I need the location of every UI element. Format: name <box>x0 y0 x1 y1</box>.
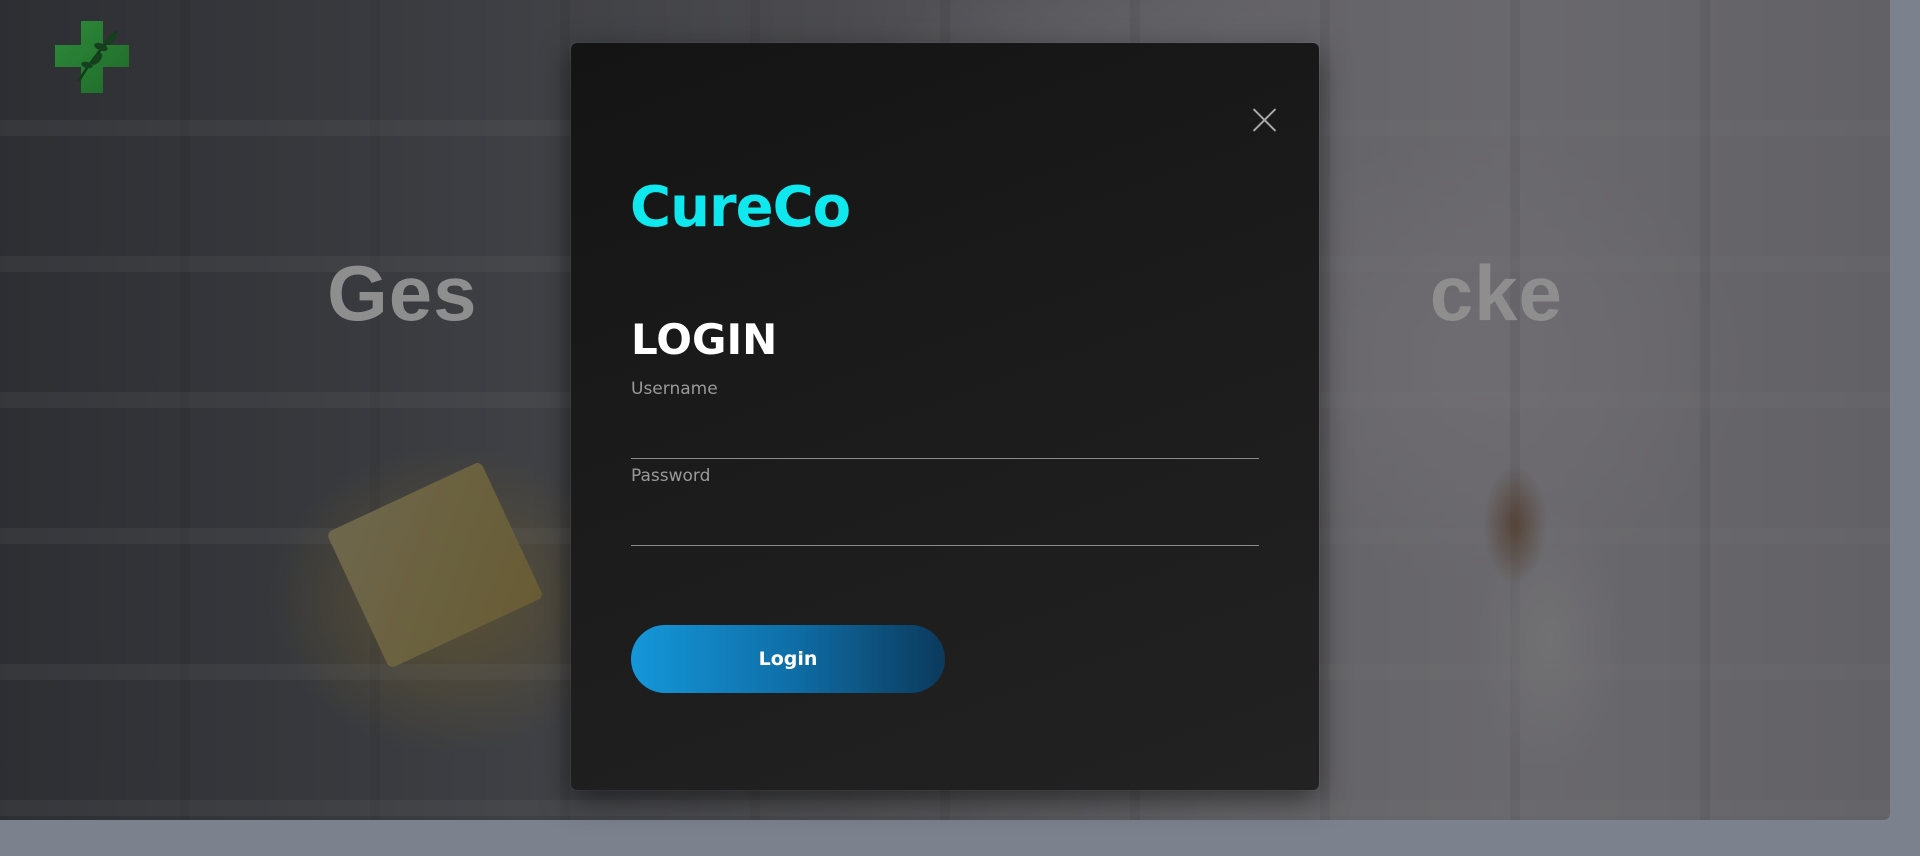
login-button[interactable]: Login <box>631 625 945 693</box>
login-modal: CureCo LOGIN Username Password Login <box>571 43 1319 790</box>
username-field[interactable] <box>631 423 1259 459</box>
password-field[interactable] <box>631 510 1259 546</box>
close-icon[interactable] <box>1247 103 1281 137</box>
brand-logo-text: CureCo <box>630 175 851 240</box>
password-label: Password <box>631 466 711 486</box>
medical-cross-leaf-icon[interactable] <box>53 19 131 95</box>
login-heading: LOGIN <box>631 315 778 364</box>
username-label: Username <box>631 379 718 399</box>
